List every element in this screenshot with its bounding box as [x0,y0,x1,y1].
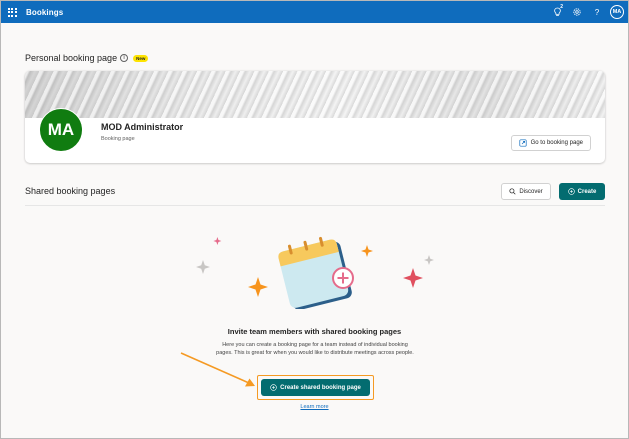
add-circle-icon [270,384,277,391]
header-actions: 2 ? MA [547,1,624,23]
create-shared-booking-page-label: Create shared booking page [280,384,361,391]
new-badge: New [133,54,149,62]
shared-section-title: Shared booking pages [25,186,116,196]
account-avatar[interactable]: MA [610,5,624,19]
help-button[interactable]: ? [587,1,607,23]
app-launcher-button[interactable] [1,1,23,23]
calendar-illustration [196,236,434,309]
create-label: Create [577,188,597,195]
booking-page-banner [25,71,605,118]
gear-icon [573,8,581,16]
waffle-icon [7,7,17,17]
top-bar: Bookings 2 ? MA [1,1,628,23]
notification-count: 2 [560,4,563,10]
search-icon [509,188,516,195]
go-to-booking-page-label: Go to booking page [530,140,583,146]
app-title: Bookings [26,7,64,17]
personal-section-header: Personal booking page i New [25,53,149,63]
empty-state-title: Invite team members with shared booking … [227,327,402,336]
go-to-booking-page-button[interactable]: Go to booking page [510,135,591,151]
app-frame: Bookings 2 ? MA Personal booking page i … [0,0,629,439]
discover-label: Discover [519,188,543,195]
personal-booking-card: MA MOD Administrator Booking page Go to … [25,71,605,163]
learn-more-link[interactable]: Learn more [1,404,628,410]
info-icon[interactable]: i [120,54,129,62]
owner-name: MOD Administrator [101,122,184,132]
settings-button[interactable] [567,1,587,23]
section-divider [25,205,605,206]
open-page-icon [519,139,527,147]
avatar: MA [39,108,83,152]
add-circle-icon [567,188,575,195]
personal-section-title: Personal booking page [25,53,118,63]
owner-subtitle: Booking page [101,136,135,142]
discover-button[interactable]: Discover [501,183,551,200]
create-shared-booking-page-button[interactable]: Create shared booking page [261,379,370,396]
create-button[interactable]: Create [559,183,605,200]
tips-button[interactable]: 2 [547,1,567,23]
callout-arrow-icon [180,352,255,387]
help-icon: ? [594,7,600,17]
